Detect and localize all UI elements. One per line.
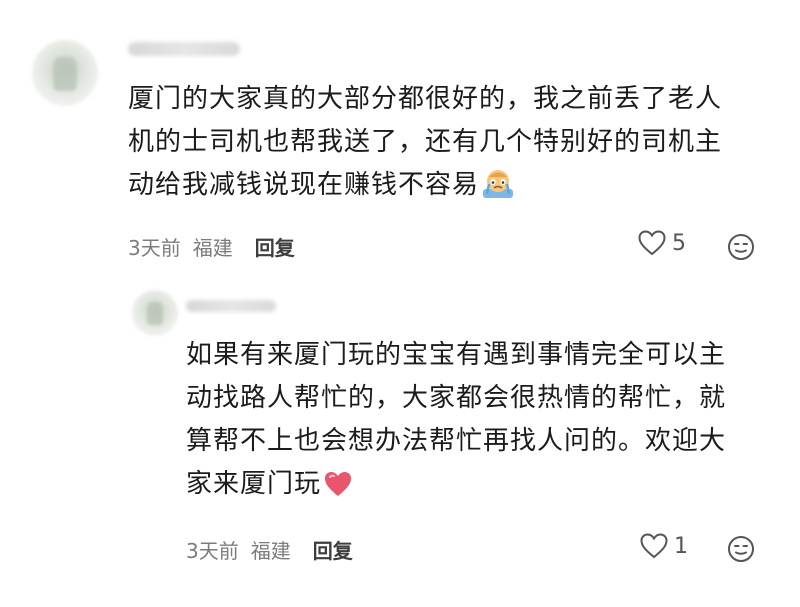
emoji-reaction-button[interactable]	[727, 535, 755, 563]
comment-meta: 3天前 福建 回复	[186, 535, 353, 564]
heart-emoji	[323, 469, 353, 512]
like-count: 5	[672, 230, 686, 256]
comment-line-text: 家来厦门玩	[186, 469, 322, 499]
like-button[interactable]: 5	[638, 230, 686, 256]
like-count: 1	[674, 533, 688, 559]
heart-outline-icon	[638, 230, 666, 256]
crying-face-emoji	[481, 167, 515, 213]
like-button[interactable]: 1	[640, 533, 688, 559]
comment-text: 厦门的大家真的大部分都很好的，我之前丢了老人 机的士司机也帮我送了，还有几个特别…	[128, 78, 722, 213]
comment-line: 厦门的大家真的大部分都很好的，我之前丢了老人	[128, 84, 723, 114]
reply-button[interactable]: 回复	[255, 232, 295, 261]
username-blurred[interactable]	[128, 42, 240, 56]
username-blurred[interactable]	[186, 300, 276, 312]
heart-outline-icon	[640, 533, 668, 559]
comment-line: 算帮不上也会想办法帮忙再找人问的。欢迎大	[186, 426, 727, 456]
comment-line: 如果有来厦门玩的宝宝有遇到事情完全可以主	[186, 340, 727, 370]
comment-time: 3天前	[186, 539, 239, 563]
comment-meta: 3天前 福建 回复	[128, 232, 295, 261]
avatar[interactable]	[132, 290, 178, 336]
comment-text: 如果有来厦门玩的宝宝有遇到事情完全可以主 动找路人帮忙的，大家都会很热情的帮忙，…	[186, 334, 726, 512]
comment-line: 动给我减钱说现在赚钱不容易	[128, 164, 722, 213]
comment-location: 福建	[192, 236, 233, 260]
comment-location: 福建	[250, 539, 291, 563]
emoji-reaction-icon	[727, 233, 755, 261]
comment-line: 家来厦门玩	[186, 463, 726, 512]
avatar[interactable]	[32, 40, 98, 106]
comment-line: 动找路人帮忙的，大家都会很热情的帮忙，就	[186, 383, 727, 413]
emoji-reaction-button[interactable]	[727, 233, 755, 261]
comment-line-text: 动给我减钱说现在赚钱不容易	[128, 170, 480, 200]
comment-time: 3天前	[128, 236, 181, 260]
comment-line: 机的士司机也帮我送了，还有几个特别好的司机主	[128, 127, 723, 157]
reply-button[interactable]: 回复	[313, 535, 353, 564]
emoji-reaction-icon	[727, 535, 755, 563]
